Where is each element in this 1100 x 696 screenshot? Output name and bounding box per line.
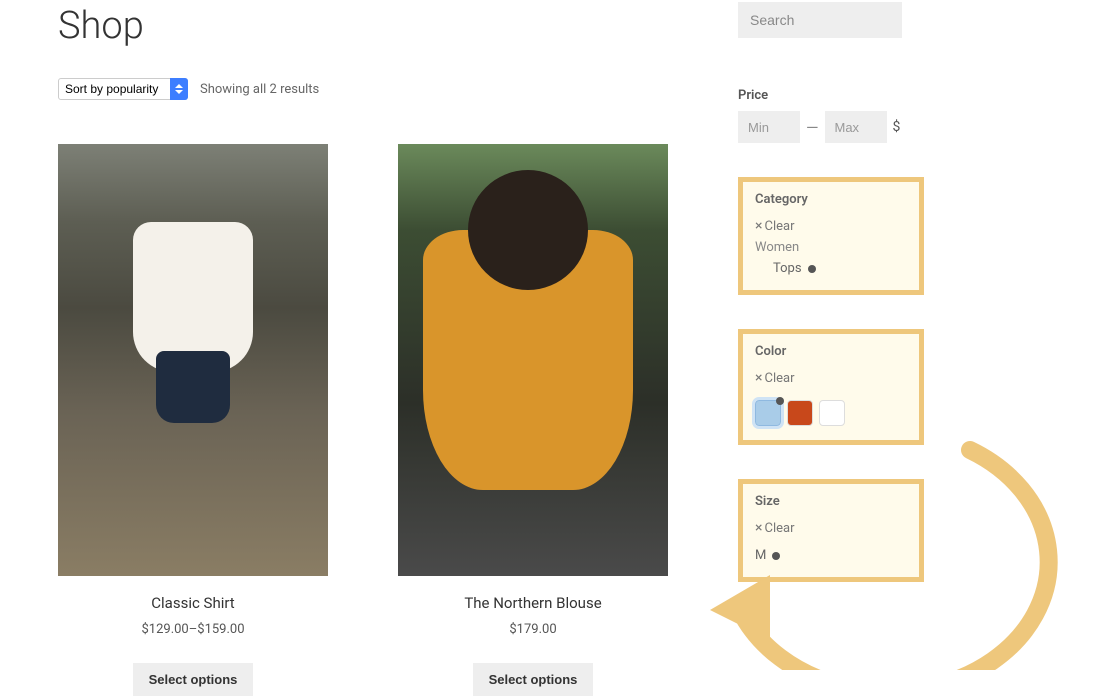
product-card[interactable]: The Northern Blouse $179.00 Select optio…	[398, 144, 668, 696]
sidebar: Price — $ Category Clear Women Tops Colo…	[738, 0, 924, 582]
select-options-button[interactable]: Select options	[473, 663, 594, 696]
color-swatch-rust[interactable]	[787, 400, 813, 426]
sort-select-wrapper: Sort by popularity	[58, 78, 188, 100]
product-title[interactable]: Classic Shirt	[58, 594, 328, 612]
currency-symbol: $	[893, 119, 901, 135]
sort-select[interactable]: Sort by popularity	[58, 78, 188, 100]
color-swatch-white[interactable]	[819, 400, 845, 426]
size-label: M	[755, 548, 766, 563]
category-parent[interactable]: Women	[755, 240, 907, 255]
selected-dot-icon	[772, 552, 780, 560]
main-content: Shop Sort by popularity Showing all 2 re…	[58, 0, 708, 696]
size-heading: Size	[755, 494, 907, 509]
price-max-input[interactable]	[825, 111, 887, 143]
category-heading: Category	[755, 192, 907, 207]
size-item[interactable]: M	[755, 548, 907, 563]
toolbar: Sort by popularity Showing all 2 results	[58, 78, 708, 100]
product-grid: Classic Shirt $129.00–$159.00 Select opt…	[58, 144, 708, 696]
category-child-label: Tops	[773, 261, 802, 276]
product-price: $179.00	[398, 622, 668, 637]
product-title[interactable]: The Northern Blouse	[398, 594, 668, 612]
price-filter: Price — $	[738, 88, 924, 143]
price-dash: —	[806, 118, 819, 137]
category-child[interactable]: Tops	[755, 261, 907, 276]
size-filter-box: Size Clear M	[738, 479, 924, 582]
select-options-button[interactable]: Select options	[133, 663, 254, 696]
color-heading: Color	[755, 344, 907, 359]
search-input[interactable]	[738, 2, 902, 38]
color-clear[interactable]: Clear	[755, 370, 794, 386]
category-clear[interactable]: Clear	[755, 218, 794, 234]
selected-dot-icon	[808, 265, 816, 273]
color-filter-box: Color Clear	[738, 329, 924, 445]
product-image[interactable]	[398, 144, 668, 576]
color-swatch-light-blue[interactable]	[755, 400, 781, 426]
swatch-row	[755, 400, 907, 426]
page-title: Shop	[58, 4, 708, 48]
price-row: — $	[738, 111, 924, 143]
product-card[interactable]: Classic Shirt $129.00–$159.00 Select opt…	[58, 144, 328, 696]
product-price: $129.00–$159.00	[58, 622, 328, 637]
selected-dot-icon	[776, 397, 784, 405]
price-heading: Price	[738, 88, 924, 103]
size-clear[interactable]: Clear	[755, 520, 794, 536]
category-filter-box: Category Clear Women Tops	[738, 177, 924, 295]
price-min-input[interactable]	[738, 111, 800, 143]
product-image[interactable]	[58, 144, 328, 576]
result-count: Showing all 2 results	[200, 82, 319, 97]
search-widget	[738, 0, 924, 38]
